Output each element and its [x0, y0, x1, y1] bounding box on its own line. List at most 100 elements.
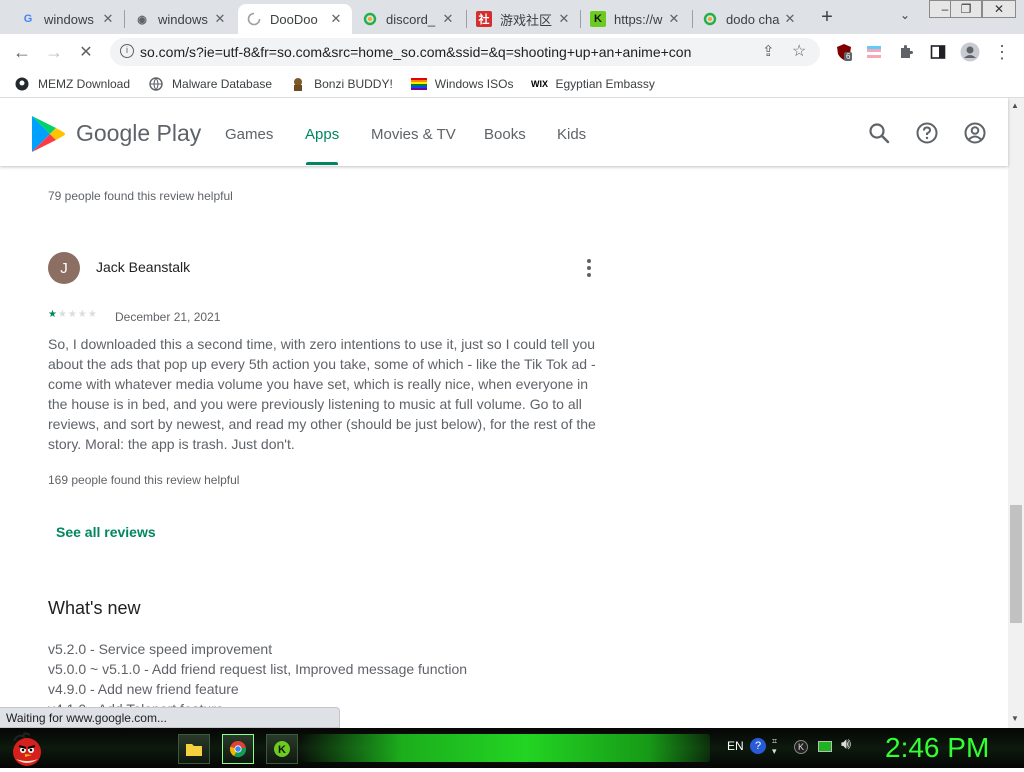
forward-icon[interactable]: →	[42, 40, 66, 64]
ublock-extension-icon[interactable]: 6	[832, 40, 856, 64]
pride-extension-icon[interactable]	[862, 40, 886, 64]
input-language-indicator[interactable]: EN	[727, 739, 744, 753]
site-info-icon[interactable]: i	[120, 44, 134, 58]
whats-new-heading: What's new	[48, 598, 141, 618]
bookmarks-bar: MEMZ Download Malware Database Bonzi BUD…	[0, 70, 1024, 98]
review-text: So, I downloaded this a second time, wit…	[48, 336, 596, 452]
kiwi-icon: K	[590, 11, 606, 27]
close-tab-icon[interactable]: ✕	[212, 11, 228, 27]
google-play-logo-icon[interactable]	[30, 114, 66, 159]
scroll-up-arrow-icon[interactable]: ▲	[1011, 101, 1019, 110]
maximize-icon[interactable]: ❐	[950, 0, 982, 18]
google-play-brand[interactable]: Google Play	[76, 120, 201, 147]
globe-icon	[148, 76, 164, 91]
bookmark-memz[interactable]: MEMZ Download	[14, 77, 130, 91]
rainbow-flag-icon	[410, 77, 427, 91]
tab-2[interactable]: ◉ windows ✕	[126, 4, 236, 34]
nav-movies-tv[interactable]: Movies & TV	[371, 126, 456, 143]
close-tab-icon[interactable]: ✕	[782, 11, 798, 27]
stop-loading-icon[interactable]: ✕	[74, 40, 98, 64]
wix-icon: WIX	[530, 78, 548, 89]
chrome-menu-icon[interactable]: ⋮	[990, 40, 1014, 64]
account-icon[interactable]	[964, 122, 986, 144]
bookmark-egyptian-embassy[interactable]: WIX Egyptian Embassy	[530, 77, 655, 91]
page-scrollbar[interactable]: ▲ ▼	[1008, 98, 1024, 728]
search-icon[interactable]	[868, 122, 890, 144]
review-helpful-count: 169 people found this review helpful	[48, 473, 240, 487]
so-search-icon	[362, 11, 378, 27]
close-window-icon[interactable]: ✕	[982, 0, 1016, 18]
nav-books[interactable]: Books	[484, 126, 526, 143]
address-bar[interactable]: i so.com/s?ie=utf-8&fr=so.com&src=home_s…	[110, 38, 820, 66]
url-text[interactable]: so.com/s?ie=utf-8&fr=so.com&src=home_so.…	[140, 44, 740, 60]
tab-1[interactable]: G windows ✕	[12, 4, 124, 34]
start-button-angry-bird-icon[interactable]	[8, 731, 46, 767]
bookmark-bonzi[interactable]: Bonzi BUDDY!	[290, 77, 393, 91]
taskbar-clock[interactable]: 2:46 PM	[885, 732, 989, 764]
new-tab-icon[interactable]: +	[816, 6, 838, 28]
taskbar-file-explorer-icon[interactable]	[178, 734, 210, 764]
tab-separator	[692, 10, 693, 28]
more-options-icon[interactable]	[580, 256, 598, 280]
share-icon[interactable]: ⇪	[762, 42, 775, 60]
side-panel-icon[interactable]	[926, 40, 950, 64]
star-rating: ★★★★★	[48, 309, 98, 320]
status-bubble: Waiting for www.google.com...	[0, 707, 340, 728]
star-filled-icon: ★	[48, 309, 58, 320]
volume-icon[interactable]: 🔊︎	[841, 736, 851, 754]
tab-7[interactable]: dodo cha ✕	[694, 4, 806, 34]
google-icon: G	[23, 13, 33, 25]
reviewer-avatar: J	[48, 252, 80, 284]
close-tab-icon[interactable]: ✕	[440, 11, 456, 27]
nav-kids[interactable]: Kids	[557, 126, 586, 143]
bookmark-malware-database[interactable]: Malware Database	[148, 77, 272, 91]
taskbar-kiwi-icon[interactable]: K	[266, 734, 298, 764]
tray-options-icon[interactable]: ⌗ ▾	[772, 736, 784, 756]
see-all-reviews-link[interactable]: See all reviews	[56, 524, 156, 540]
game-site-icon: 社	[476, 11, 492, 27]
extensions-puzzle-icon[interactable]	[894, 40, 918, 64]
reviewer-name: Jack Beanstalk	[96, 259, 191, 275]
previous-review-helpful-count: 79 people found this review helpful	[48, 189, 233, 203]
taskbar: K EN ? ⌗ ▾ K 🔊︎ 2:46 PM	[0, 728, 1024, 768]
changelog-item: v4.9.0 - Add new friend feature	[48, 681, 239, 697]
google-play-header: Google Play Games Apps Movies & TV Books…	[0, 98, 1008, 166]
close-tab-icon[interactable]: ✕	[556, 11, 572, 27]
close-tab-icon[interactable]: ✕	[666, 11, 682, 27]
browser-toolbar: ← → ✕ i so.com/s?ie=utf-8&fr=so.com&src=…	[0, 34, 1024, 70]
language-help-icon[interactable]: ?	[750, 738, 766, 754]
scrollbar-thumb[interactable]	[1010, 505, 1022, 623]
changelog-item: v5.0.0 ~ v5.1.0 - Add friend request lis…	[48, 661, 468, 677]
nav-apps[interactable]: Apps	[305, 126, 339, 143]
active-nav-indicator	[306, 162, 338, 165]
tab-5[interactable]: 社 游戏社区 ✕	[468, 4, 580, 34]
back-icon[interactable]: ←	[10, 40, 34, 64]
tab-4[interactable]: discord_ ✕	[354, 4, 464, 34]
svg-text:K: K	[278, 744, 286, 756]
taskbar-chrome-icon[interactable]	[222, 734, 254, 764]
taskbar-glow-decoration	[300, 734, 710, 762]
tab-search-chevron-icon[interactable]: ⌄	[896, 8, 914, 26]
browser-tab-strip: G windows ✕ ◉ windows ✕ DooDoo ✕ discord…	[0, 0, 1024, 34]
star-empty-icon: ★★★★	[57, 309, 98, 320]
close-tab-icon[interactable]: ✕	[100, 11, 116, 27]
loading-spinner-icon	[246, 11, 262, 27]
close-tab-icon[interactable]: ✕	[328, 11, 344, 27]
github-icon	[14, 77, 30, 91]
bookmark-star-icon[interactable]: ☆	[792, 41, 806, 61]
bookmark-windows-isos[interactable]: Windows ISOs	[410, 77, 513, 91]
tab-separator	[466, 10, 467, 28]
network-icon[interactable]	[818, 741, 832, 752]
extension-badge: 6	[844, 52, 853, 61]
help-icon[interactable]	[916, 122, 938, 144]
profile-avatar-icon[interactable]	[958, 40, 982, 64]
tab-active[interactable]: DooDoo ✕	[238, 4, 352, 34]
so-search-icon	[702, 11, 718, 27]
nav-games[interactable]: Games	[225, 126, 273, 143]
tray-kiwi-icon[interactable]: K	[794, 740, 808, 754]
tab-separator	[124, 10, 125, 28]
tab-6[interactable]: K https://w ✕	[582, 4, 690, 34]
globe-icon: ◉	[137, 13, 147, 26]
scroll-down-arrow-icon[interactable]: ▼	[1011, 714, 1019, 723]
bonzi-icon	[290, 77, 306, 91]
